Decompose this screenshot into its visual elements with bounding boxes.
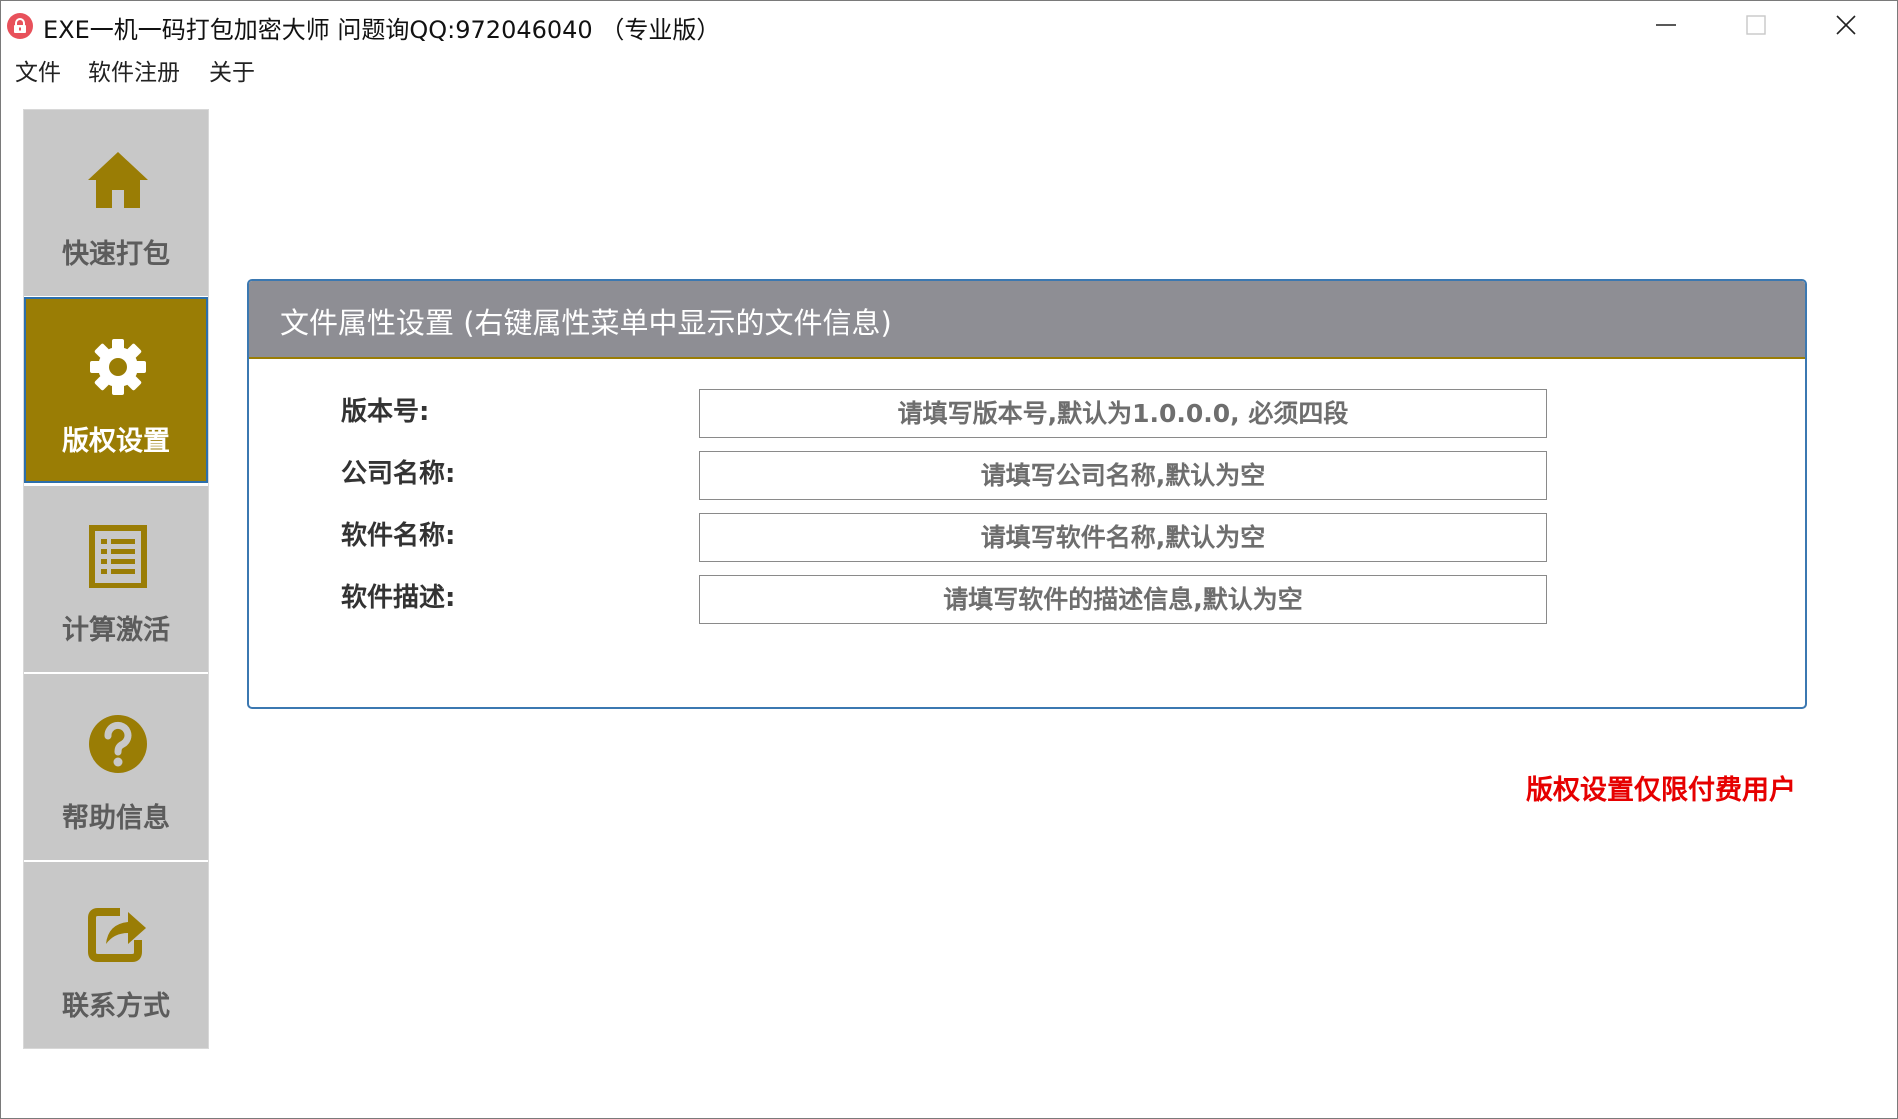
app-window: EXE一机一码打包加密大师 问题询QQ:972046040 （专业版） 文件 软…	[0, 0, 1898, 1119]
description-input[interactable]	[699, 575, 1547, 624]
minimize-button[interactable]	[1621, 1, 1711, 49]
title-bar[interactable]: EXE一机一码打包加密大师 问题询QQ:972046040 （专业版）	[1, 1, 1897, 49]
nav-item-quick-pack[interactable]: 快速打包	[24, 110, 208, 296]
panel-header: 文件属性设置 (右键属性菜单中显示的文件信息)	[249, 281, 1805, 359]
nav-label: 快速打包	[62, 239, 170, 270]
nav-label: 计算激活	[62, 615, 170, 646]
nav-item-contact[interactable]: 联系方式	[24, 862, 208, 1048]
nav-item-help[interactable]: 帮助信息	[24, 674, 208, 860]
maximize-button[interactable]	[1711, 1, 1801, 49]
home-icon	[88, 152, 148, 208]
version-input[interactable]	[699, 389, 1547, 438]
nav-label: 帮助信息	[62, 803, 170, 834]
lock-app-icon	[7, 13, 33, 39]
nav-item-copyright[interactable]: 版权设置	[24, 297, 208, 483]
window-title: EXE一机一码打包加密大师 问题询QQ:972046040 （专业版）	[43, 16, 721, 44]
sidebar-nav: 快速打包 版权设置 计算激活 帮助信息 联系方式	[23, 109, 209, 1049]
version-label: 版本号:	[341, 397, 430, 427]
company-input[interactable]	[699, 451, 1547, 500]
share-icon	[88, 908, 146, 962]
software-name-input[interactable]	[699, 513, 1547, 562]
menu-file[interactable]: 文件	[15, 53, 61, 87]
list-document-icon	[89, 525, 147, 588]
question-icon	[89, 715, 147, 773]
nav-label: 版权设置	[62, 426, 170, 457]
paid-user-notice: 版权设置仅限付费用户	[1526, 775, 1796, 806]
nav-item-activation[interactable]: 计算激活	[24, 486, 208, 672]
panel-title: 文件属性设置 (右键属性菜单中显示的文件信息)	[280, 306, 892, 340]
gear-icon	[90, 339, 146, 395]
nav-label: 联系方式	[62, 991, 170, 1022]
description-label: 软件描述:	[341, 583, 456, 613]
menu-about[interactable]: 关于	[209, 53, 255, 87]
company-label: 公司名称:	[341, 459, 456, 489]
minimize-icon	[1656, 24, 1676, 26]
close-button[interactable]	[1801, 1, 1891, 49]
file-properties-panel: 文件属性设置 (右键属性菜单中显示的文件信息) 版本号: 公司名称: 软件名称:…	[247, 279, 1807, 709]
software-name-label: 软件名称:	[341, 521, 456, 551]
menu-register[interactable]: 软件注册	[88, 53, 180, 87]
close-icon	[1836, 15, 1856, 35]
maximize-icon	[1746, 15, 1766, 35]
